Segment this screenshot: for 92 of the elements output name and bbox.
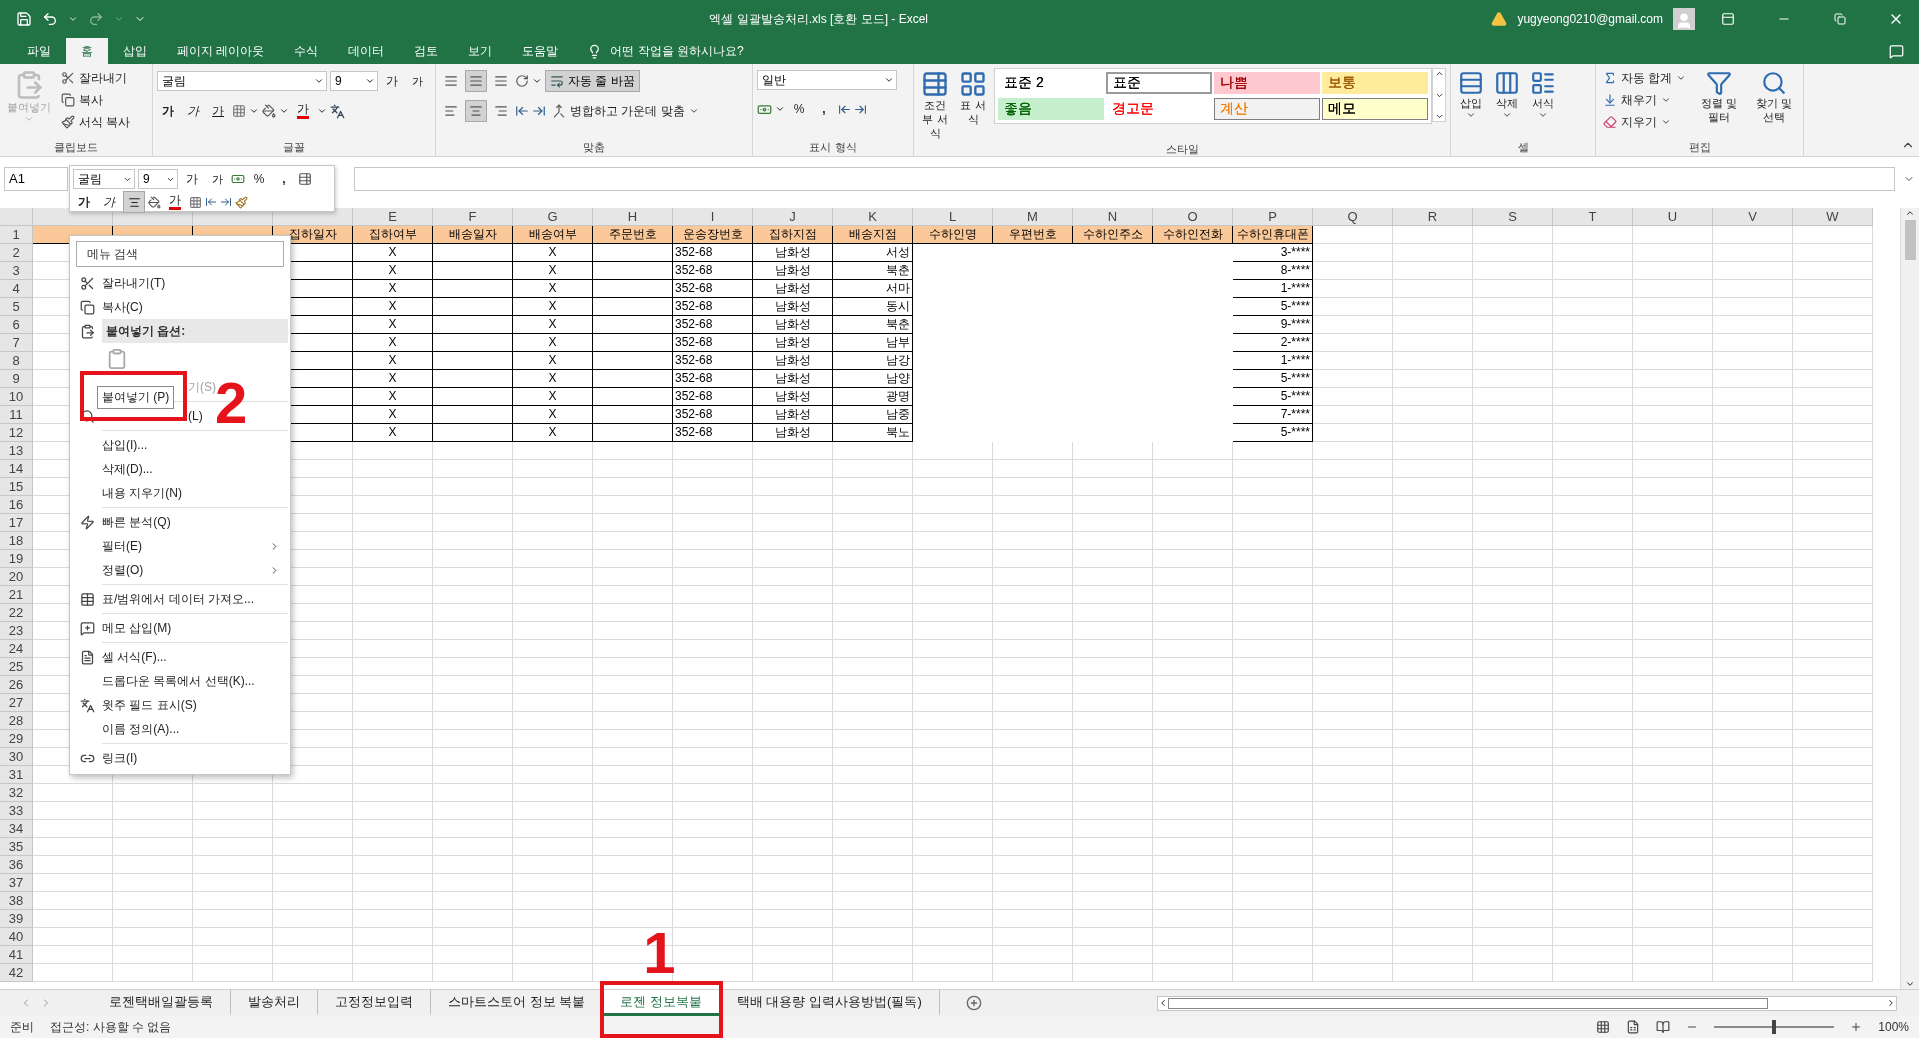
column-title: 수하인주소 [1073, 226, 1153, 244]
column-title: 주문번호 [593, 226, 673, 244]
annotation-number: 2 [215, 374, 248, 432]
table-cell: 서마 [833, 280, 913, 298]
table-cell: 남화성 [753, 280, 833, 298]
table-cell: X [513, 370, 593, 388]
table-cell: 352-68 [673, 370, 753, 388]
table-cell: 2-**** [1233, 334, 1313, 352]
status-text: 준비 [10, 1018, 34, 1036]
group-label: 스타일 [1165, 142, 1199, 157]
table-cell: X [513, 244, 593, 262]
table-cell: 352-68 [673, 406, 753, 424]
table-cell: 남화성 [753, 262, 833, 280]
table-cell: X [513, 262, 593, 280]
column-title: 배송여부 [513, 226, 593, 244]
table-cell: 352-68 [673, 352, 753, 370]
account-email: yugyeong0210@gmail.com [1517, 12, 1663, 26]
table-cell: X [353, 388, 433, 406]
table-cell: 남화성 [753, 352, 833, 370]
table-cell: 3-**** [1233, 244, 1313, 262]
table-cell: 동시 [833, 298, 913, 316]
table-cell: X [353, 316, 433, 334]
table-cell: 9-**** [1233, 316, 1313, 334]
column-title: 집하여부 [353, 226, 433, 244]
table-cell: 남화성 [753, 424, 833, 442]
table-cell: 남강 [833, 352, 913, 370]
column-title: 운송장번호 [673, 226, 753, 244]
column-title: 수하인명 [913, 226, 993, 244]
table-cell: 남양 [833, 370, 913, 388]
table-cell: 남중 [833, 406, 913, 424]
table-cell: X [353, 424, 433, 442]
group-label: 표시 형식 [809, 139, 857, 155]
table-cell: 남화성 [753, 244, 833, 262]
table-cell: 352-68 [673, 298, 753, 316]
table-cell: 5-**** [1233, 388, 1313, 406]
group-label: 셀 [1517, 139, 1529, 155]
table-cell: 서성 [833, 244, 913, 262]
table-cell: 8-**** [1233, 262, 1313, 280]
table-cell: X [513, 334, 593, 352]
table-cell: 352-68 [673, 280, 753, 298]
table-cell: 남화성 [753, 334, 833, 352]
table-cell: 광명 [833, 388, 913, 406]
group-label: 맞춤 [583, 139, 605, 155]
table-cell: X [513, 424, 593, 442]
table-cell: X [353, 280, 433, 298]
table-cell: X [353, 352, 433, 370]
table-cell: X [513, 352, 593, 370]
group-label: 글꼴 [283, 139, 305, 155]
table-cell: X [353, 406, 433, 424]
table-cell: 352-68 [673, 424, 753, 442]
annotation-number: 1 [643, 924, 676, 982]
table-cell: 352-68 [673, 262, 753, 280]
table-cell: X [353, 244, 433, 262]
tooltip: 붙여넣기 (P) [97, 386, 175, 409]
table-cell: 352-68 [673, 316, 753, 334]
table-cell: X [513, 406, 593, 424]
column-title: 배송일자 [433, 226, 513, 244]
table-cell: 1-**** [1233, 280, 1313, 298]
table-cell: 북춘 [833, 262, 913, 280]
column-title: 수하인전화 [1153, 226, 1233, 244]
table-cell: 남화성 [753, 406, 833, 424]
table-cell: 남화성 [753, 316, 833, 334]
table-cell: 남부 [833, 334, 913, 352]
table-cell: 북춘 [833, 316, 913, 334]
table-cell: 5-**** [1233, 424, 1313, 442]
table-cell: 352-68 [673, 244, 753, 262]
column-title: 배송지점 [833, 226, 913, 244]
table-cell: X [353, 298, 433, 316]
table-cell: 352-68 [673, 334, 753, 352]
table-cell: 352-68 [673, 388, 753, 406]
table-cell: X [513, 298, 593, 316]
table-cell: 1-**** [1233, 352, 1313, 370]
table-cell: X [513, 388, 593, 406]
table-cell: 남화성 [753, 298, 833, 316]
column-title: 수하인휴대폰 [1233, 226, 1313, 244]
table-cell: X [353, 370, 433, 388]
table-cell: X [353, 334, 433, 352]
table-cell: 7-**** [1233, 406, 1313, 424]
table-cell: 남화성 [753, 388, 833, 406]
group-label: 클립보드 [54, 139, 98, 155]
table-cell: X [513, 280, 593, 298]
paste-options-header: 붙여넣기 옵션: [102, 319, 288, 343]
column-title: 우편번호 [993, 226, 1073, 244]
table-cell: 5-**** [1233, 370, 1313, 388]
table-cell: 북노 [833, 424, 913, 442]
window-title: 엑셀 일괄발송처리.xls [호환 모드] - Excel [708, 10, 930, 28]
table-cell: 5-**** [1233, 298, 1313, 316]
group-label: 편집 [1688, 139, 1711, 155]
table-cell: X [513, 316, 593, 334]
table-cell: 남화성 [753, 370, 833, 388]
column-title: 집하지점 [753, 226, 833, 244]
table-cell: X [353, 262, 433, 280]
